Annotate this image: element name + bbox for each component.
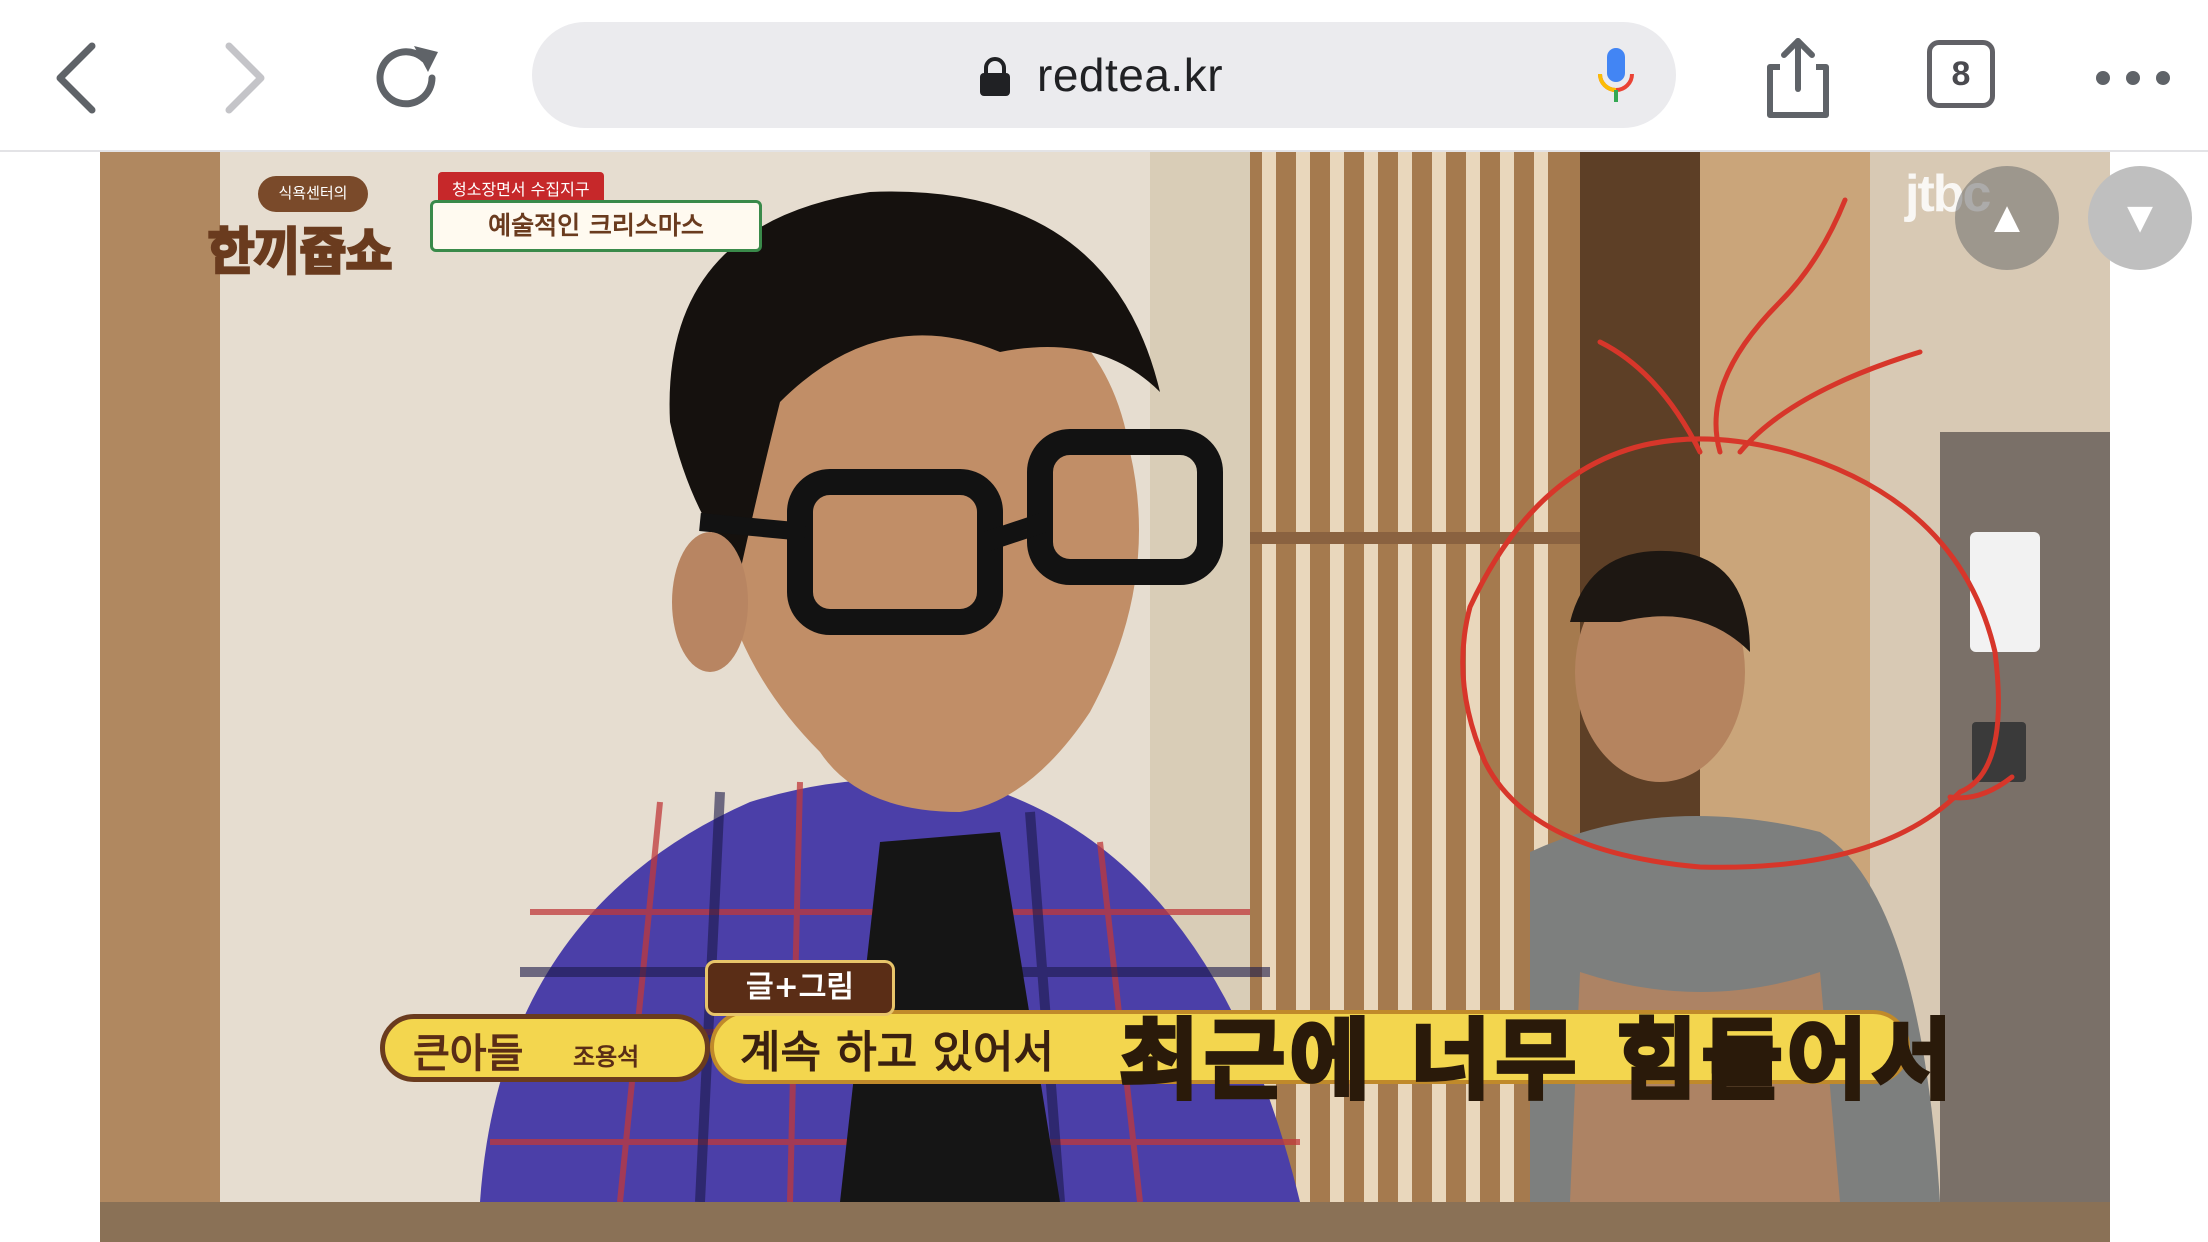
tab-count-badge: 8 <box>1927 40 1995 108</box>
url-text: redtea.kr <box>1037 49 1224 101</box>
chevron-left-icon <box>56 42 96 114</box>
browser-toolbar: redtea.kr 8 <box>0 0 2208 152</box>
scroll-up-button[interactable]: ▲ <box>1955 166 2059 270</box>
speaker-person: 조용석 <box>573 1043 640 1071</box>
episode-banner-title: 예술적인 크리스마스 <box>430 200 762 252</box>
show-logo-caption: 식욕센터의 <box>258 176 368 212</box>
share-icon <box>1767 38 1829 118</box>
back-button[interactable] <box>30 30 126 126</box>
reload-button[interactable] <box>360 30 456 126</box>
triangle-up-icon: ▲ <box>1985 193 2029 242</box>
video-still: 식욕센터의 한끼줍쇼 청소장면서 수집지구 예술적인 크리스마스 jtbc 큰아… <box>100 152 2110 1202</box>
subtitle-tag: 글+그림 <box>705 960 895 1016</box>
triangle-down-icon: ▼ <box>2118 193 2162 242</box>
more-dots-icon <box>2096 71 2170 85</box>
share-button[interactable] <box>1750 30 1846 126</box>
more-menu-button[interactable] <box>2085 30 2181 126</box>
reload-icon <box>376 46 438 108</box>
scroll-down-button[interactable]: ▼ <box>2088 166 2192 270</box>
show-logo-title: 한끼줍쇼 <box>207 222 394 283</box>
subtitle-line: 계속 하고 있어서 <box>740 1027 1054 1078</box>
tab-switcher-button[interactable]: 8 <box>1915 30 2011 126</box>
speaker-role: 큰아들 <box>413 1031 524 1077</box>
subtitle-emphasis: 최근에 너무 힘들어서 <box>1118 1009 1958 1114</box>
microphone-icon[interactable] <box>1592 44 1640 108</box>
speaker-name-pill: 큰아들 조용석 <box>380 1014 710 1082</box>
next-image-edge <box>100 1202 2110 1242</box>
show-logo: 식욕센터의 한끼줍쇼 <box>200 172 440 292</box>
chevron-right-icon <box>225 42 265 114</box>
forward-button[interactable] <box>195 30 291 126</box>
address-bar[interactable]: redtea.kr <box>532 22 1676 128</box>
episode-banner: 청소장면서 수집지구 예술적인 크리스마스 <box>430 172 762 258</box>
lock-icon <box>980 57 1010 96</box>
